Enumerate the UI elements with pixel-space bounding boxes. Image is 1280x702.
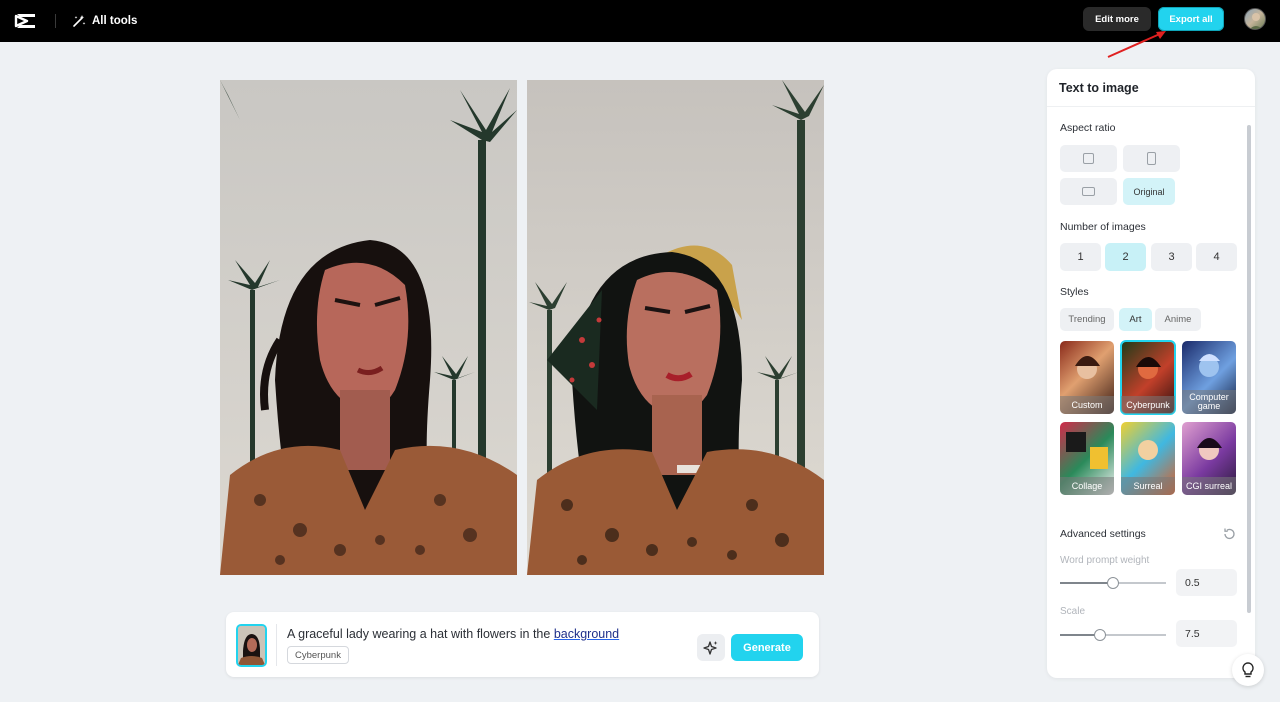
user-avatar[interactable] [1244, 8, 1266, 30]
annotation-arrow [1107, 31, 1166, 58]
prompt-divider [276, 624, 277, 666]
style-card-computer-game[interactable]: Computer game [1182, 341, 1236, 414]
scale-label: Scale [1060, 606, 1086, 617]
aspect-original-button[interactable]: Original [1123, 178, 1175, 205]
style-card-surreal[interactable]: Surreal [1121, 422, 1175, 495]
portrait-ratio-icon [1147, 152, 1156, 165]
word-prompt-weight-value[interactable]: 0.5 [1176, 569, 1237, 596]
landscape-ratio-icon [1082, 187, 1095, 196]
advanced-settings-label: Advanced settings [1060, 528, 1146, 540]
style-card-cgi-surreal-label: CGI surreal [1182, 477, 1236, 495]
all-tools-button[interactable]: All tools [72, 11, 137, 31]
inspire-button[interactable] [697, 634, 725, 661]
aspect-ratio-label: Aspect ratio [1060, 122, 1116, 134]
style-card-surreal-label: Surreal [1121, 477, 1175, 495]
generated-image-2[interactable] [527, 80, 824, 575]
num-images-3[interactable]: 3 [1151, 243, 1192, 271]
word-prompt-weight-slider[interactable] [1060, 577, 1166, 589]
magic-wand-icon [73, 15, 86, 27]
prompt-text-main: A graceful lady wearing a hat with flowe… [287, 627, 554, 641]
aspect-original-label: Original [1133, 186, 1165, 197]
sparkle-icon [703, 640, 718, 655]
num-images-4[interactable]: 4 [1196, 243, 1237, 271]
num-images-2[interactable]: 2 [1105, 243, 1146, 271]
aspect-square-button[interactable] [1060, 145, 1117, 172]
scale-knob[interactable] [1094, 629, 1106, 641]
panel-separator [1047, 106, 1255, 107]
square-ratio-icon [1083, 153, 1094, 164]
style-card-custom[interactable]: Custom [1060, 341, 1114, 414]
top-bar: All tools Edit more Export all [0, 0, 1280, 42]
aspect-landscape-button[interactable] [1060, 178, 1117, 205]
all-tools-label: All tools [92, 15, 138, 27]
reference-thumbnail[interactable] [236, 624, 267, 667]
generate-button[interactable]: Generate [731, 634, 803, 661]
style-card-computer-game-label: Computer game [1182, 390, 1236, 414]
capcut-logo[interactable] [14, 10, 38, 32]
word-prompt-weight-label: Word prompt weight [1060, 555, 1150, 566]
number-of-images-label: Number of images [1060, 221, 1146, 233]
prompt-bar: A graceful lady wearing a hat with flowe… [226, 612, 819, 677]
tab-anime[interactable]: Anime [1155, 308, 1201, 331]
scale-value[interactable]: 7.5 [1176, 620, 1237, 647]
help-button[interactable] [1232, 654, 1264, 686]
text-to-image-panel: Text to image Aspect ratio Original Numb… [1047, 69, 1255, 678]
num-images-1[interactable]: 1 [1060, 243, 1101, 271]
topbar-divider [55, 14, 56, 28]
panel-title: Text to image [1059, 81, 1139, 95]
prompt-text-underlined: background [553, 627, 620, 641]
style-chip[interactable]: Cyberpunk [287, 646, 349, 664]
style-card-cgi-surreal[interactable]: CGI surreal [1182, 422, 1236, 495]
prompt-input[interactable]: A graceful lady wearing a hat with flowe… [287, 627, 619, 641]
styles-label: Styles [1060, 286, 1089, 298]
word-prompt-weight-knob[interactable] [1107, 577, 1119, 589]
lightbulb-icon [1242, 662, 1254, 678]
style-card-cyberpunk-label: Cyberpunk [1121, 396, 1175, 414]
tab-trending[interactable]: Trending [1060, 308, 1114, 331]
tab-art[interactable]: Art [1119, 308, 1152, 331]
style-card-custom-label: Custom [1060, 396, 1114, 414]
style-card-collage[interactable]: Collage [1060, 422, 1114, 495]
generated-image-1[interactable] [220, 80, 517, 575]
panel-scrollbar[interactable] [1247, 125, 1251, 613]
aspect-portrait-button[interactable] [1123, 145, 1180, 172]
scale-slider[interactable] [1060, 629, 1166, 641]
style-card-collage-label: Collage [1060, 477, 1114, 495]
style-card-cyberpunk[interactable]: Cyberpunk [1120, 340, 1176, 415]
reset-icon[interactable] [1222, 527, 1236, 541]
